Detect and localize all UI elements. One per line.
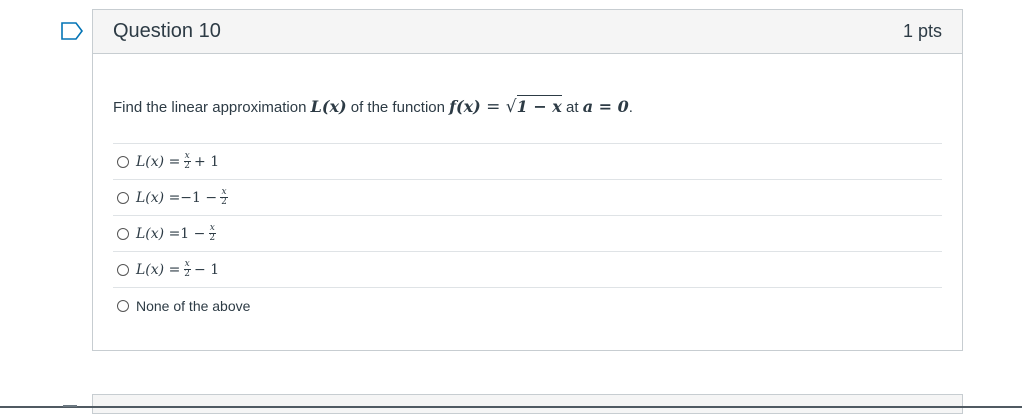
answer-label: L(x) = 1 − x2 [136,223,216,243]
radio-button-icon[interactable] [117,155,129,168]
radio-button-icon[interactable] [117,191,129,204]
answer-label: L(x) = x2 + 1 [136,151,220,171]
fraction: x2 [183,259,191,279]
sqrt-symbol: √ [505,97,517,117]
answer-option-5[interactable]: None of the above [113,288,942,324]
prompt-prefix: Find the linear approximation [113,99,307,116]
answer-label: L(x) = x2 − 1 [136,259,220,279]
math-equals: = [480,97,506,117]
question-header: Question 10 1 pts [93,10,962,54]
math-L-of-x: L(x) [310,97,347,116]
answer-label: None of the above [136,298,251,314]
page-bottom-border [0,406,1022,408]
answer-option-1[interactable]: L(x) = x2 + 1 [113,144,942,180]
prompt-mid-2: at [566,99,579,116]
radio-button-icon[interactable] [117,263,129,276]
math-f-of-x: f(x) [449,97,481,116]
question-prompt: Find the linear approximation L(x) of th… [113,95,942,118]
answer-option-3[interactable]: L(x) = 1 − x2 [113,216,942,252]
answer-list: L(x) = x2 + 1 L(x) = −1 − x2 L(x) = 1 − … [113,143,942,324]
math-a-equals-0: a = 0 [582,97,629,116]
question-title: Question 10 [113,20,221,42]
fraction: x2 [220,187,228,207]
question-card: Question 10 1 pts Find the linear approx… [92,9,963,351]
answer-option-4[interactable]: L(x) = x2 − 1 [113,252,942,288]
bookmark-flag-icon[interactable] [61,22,83,40]
prompt-mid-1: of the function [350,99,445,116]
next-flag-indicator [63,405,77,407]
next-question-card [92,394,963,414]
sqrt-content: 1 − x [516,95,562,116]
radio-button-icon[interactable] [117,300,129,312]
prompt-suffix: . [628,99,633,116]
fraction: x2 [208,223,216,243]
radio-button-icon[interactable] [117,227,129,240]
question-body: Find the linear approximation L(x) of th… [93,95,962,324]
answer-option-2[interactable]: L(x) = −1 − x2 [113,180,942,216]
question-points: 1 pts [902,21,942,41]
answer-label: L(x) = −1 − x2 [136,187,228,207]
fraction: x2 [183,151,191,171]
